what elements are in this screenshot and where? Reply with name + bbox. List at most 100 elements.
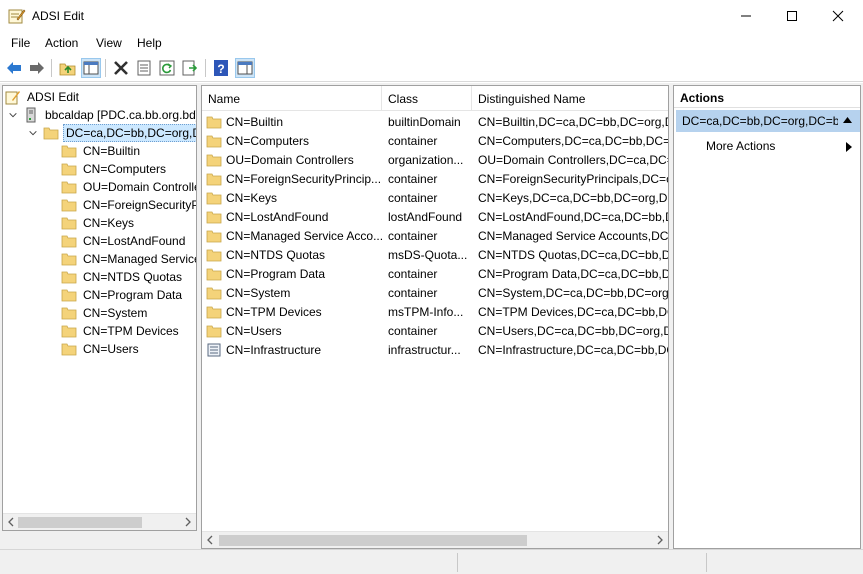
list-horizontal-scrollbar[interactable] — [202, 531, 668, 548]
list-row[interactable]: CN=NTDS Quotas msDS-Quota... CN=NTDS Quota… — [202, 246, 668, 265]
menu-help[interactable]: Help — [137, 36, 162, 50]
tree-node-child[interactable]: CN=Builtin — [61, 142, 142, 160]
show-hide-action-pane-button[interactable] — [235, 58, 255, 78]
folder-icon — [61, 289, 77, 302]
tree-label: CN=Program Data — [83, 288, 183, 302]
cell-name: CN=TPM Devices — [206, 304, 382, 320]
close-button[interactable] — [815, 0, 861, 32]
up-one-level-button[interactable] — [58, 58, 78, 78]
chevron-down-icon[interactable] — [7, 109, 19, 121]
actions-section-header[interactable]: DC=ca,DC=bb,DC=org,DC=bd — [676, 110, 860, 132]
scrollbar-thumb[interactable] — [18, 517, 142, 528]
folder-icon — [206, 154, 222, 167]
folder-icon — [206, 173, 222, 186]
chevron-down-icon[interactable] — [27, 127, 39, 139]
list-row[interactable]: CN=TPM Devices msTPM-Info... CN=TPM Device… — [202, 303, 668, 322]
help-icon: ? — [214, 60, 228, 76]
back-button[interactable] — [4, 58, 24, 78]
tree-node-child[interactable]: OU=Domain Controllers — [61, 178, 196, 196]
tree-node-child[interactable]: CN=LostAndFound — [61, 232, 187, 250]
menu-action[interactable]: Action — [45, 36, 78, 50]
column-header-distinguished-name[interactable]: Distinguished Name — [472, 86, 668, 111]
tree-node-child[interactable]: CN=Program Data — [61, 286, 184, 304]
tree-label: CN=TPM Devices — [83, 324, 179, 338]
cell-name-text: CN=ForeignSecurityPrincip... — [226, 172, 382, 186]
help-button[interactable]: ? — [211, 58, 231, 78]
list-row[interactable]: CN=Managed Service Acco... container CN=Ma… — [202, 227, 668, 246]
tree-node-child[interactable]: CN=Computers — [61, 160, 168, 178]
list-row[interactable]: CN=Program Data container CN=Program Data,… — [202, 265, 668, 284]
refresh-button[interactable] — [157, 58, 177, 78]
tree-node-child[interactable]: CN=Keys — [61, 214, 136, 232]
folder-icon — [61, 145, 77, 158]
list-row[interactable]: CN=Computers container CN=Computers,DC=ca,… — [202, 132, 668, 151]
list-row[interactable]: CN=System container CN=System,DC=ca,DC=bb,… — [202, 284, 668, 303]
folder-icon — [206, 287, 222, 300]
folder-icon — [206, 306, 222, 319]
scroll-left-icon[interactable] — [6, 517, 16, 527]
folder-icon — [206, 268, 222, 281]
scrollbar-thumb[interactable] — [219, 535, 527, 546]
list-row[interactable]: CN=Infrastructure infrastructur... CN=Infr… — [202, 341, 668, 360]
cell-name-text: CN=Builtin — [226, 115, 284, 129]
minimize-button[interactable] — [723, 0, 769, 32]
tree-node-domain[interactable]: DC=ca,DC=bb,DC=org,DC=bd — [27, 124, 196, 142]
folder-icon — [206, 249, 222, 262]
list-row[interactable]: CN=Builtin builtinDomain CN=Builtin,DC=ca,… — [202, 113, 668, 132]
menu-file[interactable]: File — [11, 36, 30, 50]
cell-distinguished-name: CN=Managed Service Accounts,DC=ca,DC=bb,… — [478, 229, 668, 243]
show-hide-console-tree-button[interactable] — [81, 58, 101, 78]
cell-class: container — [388, 324, 438, 338]
cell-distinguished-name: CN=Computers,DC=ca,DC=bb,DC=org,DC=bd — [478, 134, 668, 148]
tree-node-child[interactable]: CN=NTDS Quotas — [61, 268, 184, 286]
console-tree: ADSI Edit bbcaldap [PDC.ca.bb.org.bd] DC… — [2, 85, 197, 531]
export-list-button[interactable] — [180, 58, 200, 78]
scroll-right-icon[interactable] — [655, 535, 665, 545]
cell-name: CN=NTDS Quotas — [206, 247, 382, 263]
folder-icon — [206, 230, 222, 243]
cell-name-text: CN=TPM Devices — [226, 305, 322, 319]
list-row[interactable]: CN=LostAndFound lostAndFound CN=LostAndFou… — [202, 208, 668, 227]
toolbar-separator — [205, 59, 206, 77]
cell-distinguished-name: CN=System,DC=ca,DC=bb,DC=org,DC=bd — [478, 286, 668, 300]
more-actions-item[interactable]: More Actions — [706, 139, 775, 153]
cell-distinguished-name: CN=Builtin,DC=ca,DC=bb,DC=org,DC=bd — [478, 115, 668, 129]
submenu-arrow-icon — [846, 142, 852, 152]
up-folder-icon — [59, 63, 76, 76]
cell-class: msTPM-Info... — [388, 305, 464, 319]
list-row[interactable]: CN=Users container CN=Users,DC=ca,DC=bb,DC… — [202, 322, 668, 341]
tree-label: CN=Keys — [83, 216, 135, 230]
tree-node-child[interactable]: CN=Managed Service Accounts — [61, 250, 196, 268]
toolbar-separator — [105, 59, 106, 77]
tree-node-child[interactable]: CN=ForeignSecurityPrincipals — [61, 196, 196, 214]
cell-class: container — [388, 267, 438, 281]
tree-root-adsi-edit[interactable]: ADSI Edit — [5, 88, 81, 106]
tree-node-child[interactable]: CN=System — [61, 304, 149, 322]
tree-node-child[interactable]: CN=Users — [61, 340, 141, 358]
list-row[interactable]: OU=Domain Controllers organization... OU=D… — [202, 151, 668, 170]
scroll-right-icon[interactable] — [183, 517, 193, 527]
delete-button[interactable] — [111, 58, 131, 78]
maximize-button[interactable] — [769, 0, 815, 32]
list-row[interactable]: CN=Keys container CN=Keys,DC=ca,DC=bb,DC=o… — [202, 189, 668, 208]
folder-icon — [206, 116, 222, 129]
cell-name-text: CN=Managed Service Acco... — [226, 229, 382, 243]
status-separator — [457, 553, 458, 572]
column-header-class[interactable]: Class — [382, 86, 472, 111]
menu-view[interactable]: View — [96, 36, 122, 50]
scroll-left-icon[interactable] — [205, 535, 215, 545]
properties-icon — [137, 60, 151, 76]
tree-node-connection[interactable]: bbcaldap [PDC.ca.bb.org.bd] — [7, 106, 196, 124]
tree-node-child[interactable]: CN=TPM Devices — [61, 322, 181, 340]
server-icon — [26, 107, 36, 123]
cell-distinguished-name: CN=LostAndFound,DC=ca,DC=bb,DC=org,DC=bd — [478, 210, 668, 224]
forward-button[interactable] — [27, 58, 47, 78]
list-row[interactable]: CN=ForeignSecurityPrincip... container CN=… — [202, 170, 668, 189]
tree-label: CN=ForeignSecurityPrincipals — [83, 198, 196, 212]
svg-text:?: ? — [217, 62, 224, 76]
collapse-up-icon[interactable] — [843, 117, 852, 123]
cell-class: container — [388, 134, 438, 148]
tree-horizontal-scrollbar[interactable] — [3, 513, 196, 530]
column-header-name[interactable]: Name — [202, 86, 382, 111]
properties-button[interactable] — [134, 58, 154, 78]
